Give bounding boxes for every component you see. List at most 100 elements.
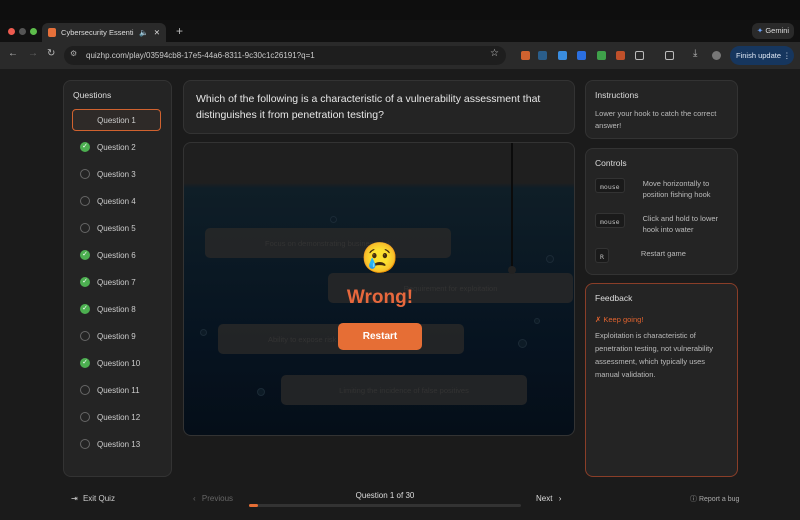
tab-search-icon[interactable] [665,51,674,60]
maximize-window-button[interactable] [30,28,37,35]
empty-circle-icon [80,412,90,422]
sidebar-item-question-9[interactable]: Question 9 [72,325,161,347]
sidebar-item-label: Question 7 [97,277,136,287]
sidebar-item-question-10[interactable]: ✓ Question 10 [72,352,161,374]
check-circle-icon: ✓ [80,142,90,152]
restart-button[interactable]: Restart [338,323,422,350]
quiz-footer: ⇥ Exit Quiz ‹ Previous Question 1 of 30 … [0,485,800,520]
extension-icon[interactable] [616,51,625,60]
questions-sidebar: Questions Question 1 ✓ Question 2 Question … [63,80,172,477]
report-bug-button[interactable]: ⓘ Report a bug [690,494,739,504]
extension-icon[interactable] [597,51,606,60]
chevron-left-icon: ‹ [193,494,196,503]
bubble [200,329,207,336]
bubble [518,339,527,348]
instructions-text: Lower your hook to catch the correct ans… [595,109,717,130]
sidebar-item-question-7[interactable]: ✓ Question 7 [72,271,161,293]
sidebar-item-question-8[interactable]: ✓ Question 8 [72,298,161,320]
previous-label: Previous [201,494,234,503]
bookmark-star-icon[interactable]: ☆ [490,48,499,59]
sidebar-item-label: Question 1 [97,115,136,125]
sidebar-item-label: Question 3 [97,169,136,179]
sidebar-item-label: Question 6 [97,250,136,260]
sidebar-item-question-2[interactable]: ✓ Question 2 [72,136,161,158]
sidebar-item-question-6[interactable]: ✓ Question 6 [72,244,161,266]
sidebar-item-label: Question 13 [97,439,141,449]
feedback-text: Exploitation is characteristic of penetr… [595,331,713,379]
gemini-button[interactable]: ✦ Gemini [752,23,794,39]
answer-option-4[interactable]: Limiting the incidence of false positive… [281,375,527,405]
extension-icon[interactable] [538,51,547,60]
check-circle-icon: ✓ [80,277,90,287]
extensions-puzzle-icon[interactable] [635,51,644,60]
exit-quiz-button[interactable]: ⇥ Exit Quiz [71,494,115,503]
sidebar-item-label: Question 12 [97,412,141,422]
sidebar-item-question-3[interactable]: Question 3 [72,163,161,185]
result-text: Wrong! [346,287,414,308]
sidebar-item-label: Question 8 [97,304,136,314]
top-strip [0,0,800,20]
sidebar-item-question-5[interactable]: Question 5 [72,217,161,239]
sidebar-item-label: Question 4 [97,196,136,206]
exit-icon: ⇥ [71,494,78,503]
finish-update-button[interactable]: Finish update ⋮ [730,46,794,65]
sidebar-item-question-4[interactable]: Question 4 [72,190,161,212]
profile-avatar[interactable] [712,51,721,60]
sidebar-item-question-12[interactable]: Question 12 [72,406,161,428]
control-desc: Click and hold to lower hook into water [642,214,719,234]
progress-bar [249,504,521,507]
bubble [534,318,540,324]
bubble [257,388,265,396]
new-tab-button[interactable]: + [176,24,183,38]
gemini-label: Gemini [765,26,790,35]
controls-panel: Controls mouse Move horizontally to posit… [585,148,738,275]
empty-circle-icon [80,169,90,179]
sidebar-item-label: Question 5 [97,223,136,233]
close-tab-icon[interactable]: ✕ [154,28,160,37]
quizhp-favicon-icon [48,28,57,37]
controls-title: Controls [595,158,627,168]
bubble [330,216,337,223]
question-text: Which of the following is a characterist… [196,93,541,121]
sidebar-item-question-13[interactable]: Question 13 [72,433,161,455]
question-card: Which of the following is a characterist… [183,80,575,134]
extension-icon[interactable] [558,51,567,60]
feedback-title: Feedback [595,293,633,303]
sidebar-item-label: Question 9 [97,331,136,341]
sidebar-title: Questions [73,90,112,100]
previous-button[interactable]: ‹ Previous [193,494,233,503]
browser-tab[interactable]: Cybersecurity Essentials 🔈 ✕ [42,23,166,42]
tab-title: Cybersecurity Essentials [61,28,134,37]
more-menu-icon: ⋮ [783,51,791,60]
site-info-icon[interactable]: ⚙ [70,49,77,58]
finish-update-label: Finish update [736,51,782,60]
exit-quiz-label: Exit Quiz [82,494,115,503]
progress-label: Question 1 of 30 [355,491,415,500]
check-circle-icon: ✓ [80,250,90,260]
check-circle-icon: ✓ [80,304,90,314]
extension-icon[interactable] [521,51,530,60]
control-key: mouse [595,213,625,228]
download-icon[interactable]: ⤓ [693,48,697,59]
instructions-panel: Instructions Lower your hook to catch th… [585,80,738,139]
audio-icon: 🔈 [139,28,149,37]
reload-icon[interactable]: ↻ [47,48,55,59]
forward-icon[interactable]: → [28,48,38,59]
back-icon[interactable]: ← [8,48,18,59]
minimize-window-button[interactable] [19,28,26,35]
next-button[interactable]: Next › [536,494,561,503]
fishing-game-canvas[interactable]: Focus on demonstrating business risk Req… [183,142,575,436]
instructions-title: Instructions [595,90,639,100]
sidebar-item-question-11[interactable]: Question 11 [72,379,161,401]
address-bar[interactable]: quizhp.com/play/03594cb8-17e5-44a6-8311-… [64,46,506,65]
chevron-right-icon: › [558,494,562,503]
sidebar-item-question-1[interactable]: Question 1 [72,109,161,131]
empty-circle-icon [80,196,90,206]
empty-circle-icon [80,439,90,449]
empty-circle-icon [80,223,90,233]
sidebar-item-label: Question 2 [97,142,136,152]
control-desc: Restart game [640,249,686,258]
close-window-button[interactable] [8,28,15,35]
extension-icon[interactable] [577,51,586,60]
empty-circle-icon [80,331,90,341]
